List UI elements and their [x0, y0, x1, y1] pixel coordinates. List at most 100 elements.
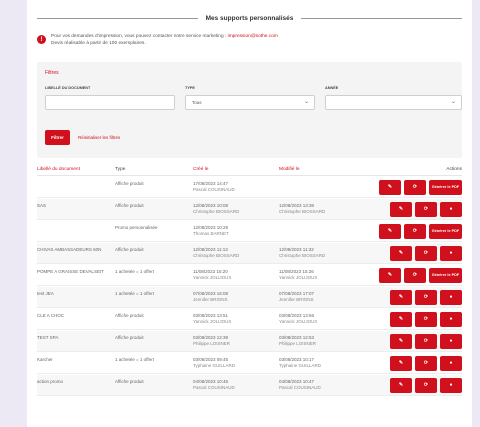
duplicate-button[interactable]: ⟳	[415, 312, 437, 327]
delete-button[interactable]: ●	[440, 378, 462, 393]
duplicate-icon: ⟳	[423, 206, 429, 212]
edit-icon: ✎	[398, 360, 404, 366]
cree-date: 03/08/2023 09:45	[193, 357, 229, 362]
col-libelle[interactable]: Libellé du document	[37, 167, 80, 172]
duplicate-button[interactable]: ⟳	[404, 224, 426, 239]
row-actions: ✎ ⟳ Générer le PDF	[379, 224, 462, 239]
duplicate-button[interactable]: ⟳	[415, 202, 437, 217]
cell-cree: 07/08/2023 16:08 Jennifer BRIONS	[193, 291, 269, 303]
cell-libelle: Karcher	[37, 357, 53, 362]
cree-user: Christophe BIOSSARD	[193, 253, 240, 258]
table-row: Promo personnalisée 12/08/2023 10:29 Thoma…	[37, 221, 462, 242]
cell-libelle: CLE A CHOC	[37, 313, 65, 318]
row-actions: ✎ ⟳ Générer le PDF	[379, 180, 462, 195]
table-row: CHIVAS AMBASSADEURS 60N Affiche produit 12…	[37, 243, 462, 264]
cell-type: Promo personnalisée	[115, 225, 158, 230]
cree-date: 03/08/2023 13:51	[193, 313, 229, 318]
edit-button[interactable]: ✎	[390, 290, 412, 305]
cree-user: Jennifer BRIONS	[193, 297, 228, 302]
table-row: CLE A CHOC Affiche produit 03/08/2023 13:5…	[37, 309, 462, 330]
libelle-input[interactable]	[45, 95, 175, 110]
modif-user: Yannick JOLIJOUX	[279, 319, 318, 324]
row-actions: ✎ ⟳ ●	[390, 378, 462, 393]
cree-date: 04/08/2023 10:46	[193, 379, 229, 384]
divider	[301, 17, 462, 19]
marketing-email-link[interactable]: impression@sothe.com	[228, 34, 278, 39]
filter-button[interactable]: Filtrer	[45, 130, 70, 145]
delete-button[interactable]: ●	[440, 356, 462, 371]
info-text: Pour vos demandes d'impression, vous pou…	[51, 34, 278, 47]
col-cree[interactable]: Créé le	[193, 167, 208, 172]
chevron-down-icon: ⌄	[303, 99, 309, 105]
delete-button[interactable]: ●	[440, 202, 462, 217]
edit-icon: ✎	[398, 338, 404, 344]
modif-date: 12/08/2023 11:32	[279, 247, 314, 252]
divider	[37, 17, 198, 19]
cell-cree: 04/08/2023 10:46 Pascal COUSINAUD	[193, 379, 269, 391]
cree-user: Thomas BARNET	[193, 231, 229, 236]
cell-modifie: 03/08/2023 10:17 Typhaine GUILLARD	[279, 357, 355, 369]
reset-filters-link[interactable]: Réinitialiser les filtres	[78, 135, 120, 140]
duplicate-icon: ⟳	[412, 272, 418, 278]
delete-button[interactable]: ●	[440, 246, 462, 261]
edit-icon: ✎	[398, 316, 404, 322]
edit-button[interactable]: ✎	[379, 180, 401, 195]
edit-button[interactable]: ✎	[390, 312, 412, 327]
info-line2: Devis réalisable à partir de 100 exempla…	[51, 40, 146, 46]
cree-date: 12/08/2023 10:08	[193, 203, 229, 208]
delete-button[interactable]: ●	[440, 290, 462, 305]
cree-user: Typhaine GUILLARD	[193, 363, 236, 368]
chevron-down-icon: ⌄	[450, 99, 456, 105]
cell-cree: 12/08/2023 10:29 Thomas BARNET	[193, 225, 269, 237]
row-actions: ✎ ⟳ ●	[390, 356, 462, 371]
type-select[interactable]: Tous ⌄	[185, 95, 315, 110]
duplicate-button[interactable]: ⟳	[404, 180, 426, 195]
edit-button[interactable]: ✎	[379, 224, 401, 239]
edit-button[interactable]: ✎	[390, 202, 412, 217]
cree-date: 03/08/2023 12:39	[193, 335, 229, 340]
info-line1: Pour vos demandes d'impression, vous pou…	[51, 34, 228, 39]
modif-date: 12/08/2023 13:36	[279, 203, 315, 208]
row-actions: ✎ ⟳ ●	[390, 202, 462, 217]
delete-icon: ●	[449, 294, 453, 300]
info-notice: ! Pour vos demandes d'impression, vous p…	[37, 34, 462, 47]
info-icon: !	[37, 35, 46, 44]
cell-modifie: 07/08/2023 17:07 Jennifer BRIONS	[279, 291, 355, 303]
duplicate-button[interactable]: ⟳	[404, 268, 426, 283]
cell-cree: 12/08/2023 10:08 Christophe BIOSSARD	[193, 203, 269, 215]
duplicate-button[interactable]: ⟳	[415, 356, 437, 371]
generate-pdf-button[interactable]: Générer le PDF	[429, 268, 462, 283]
duplicate-button[interactable]: ⟳	[415, 246, 437, 261]
duplicate-button[interactable]: ⟳	[415, 334, 437, 349]
cell-type: 1 achetée = 1 offert	[115, 357, 154, 362]
duplicate-button[interactable]: ⟳	[415, 378, 437, 393]
edit-button[interactable]: ✎	[390, 334, 412, 349]
edit-button[interactable]: ✎	[390, 246, 412, 261]
cree-date: 12/08/2023 11:13	[193, 247, 228, 252]
row-actions: ✎ ⟳ ●	[390, 246, 462, 261]
cell-type: 1 achetée = 1 offert	[115, 269, 154, 274]
generate-pdf-button[interactable]: Générer le PDF	[429, 180, 462, 195]
cell-type: Affiche produit	[115, 313, 144, 318]
cell-type: Affiche produit	[115, 379, 144, 384]
cree-date: 11/08/2023 15:20	[193, 269, 228, 274]
modif-user: Philippe LOISNER	[279, 341, 317, 346]
type-select-value: Tous	[192, 100, 202, 105]
edit-button[interactable]: ✎	[379, 268, 401, 283]
edit-icon: ✎	[387, 184, 393, 190]
cree-user: Yannick JOLIJOUX	[193, 319, 232, 324]
row-actions: ✎ ⟳ Générer le PDF	[379, 268, 462, 283]
modif-user: Typhaine GUILLARD	[279, 363, 322, 368]
generate-pdf-button[interactable]: Générer le PDF	[429, 224, 462, 239]
edit-button[interactable]: ✎	[390, 356, 412, 371]
delete-button[interactable]: ●	[440, 334, 462, 349]
edit-button[interactable]: ✎	[390, 378, 412, 393]
annee-select[interactable]: ⌄	[325, 95, 462, 110]
table-row: TEST SPA Affiche produit 03/08/2023 12:39 P…	[37, 331, 462, 352]
duplicate-button[interactable]: ⟳	[415, 290, 437, 305]
supports-card: Mes supports personnalisés ! Pour vos de…	[27, 0, 472, 427]
cell-modifie: 03/08/2023 12:53 Philippe LOISNER	[279, 335, 355, 347]
delete-button[interactable]: ●	[440, 312, 462, 327]
col-modifie[interactable]: Modifié le	[279, 167, 300, 172]
modif-date: 11/08/2023 15:26	[279, 269, 314, 274]
